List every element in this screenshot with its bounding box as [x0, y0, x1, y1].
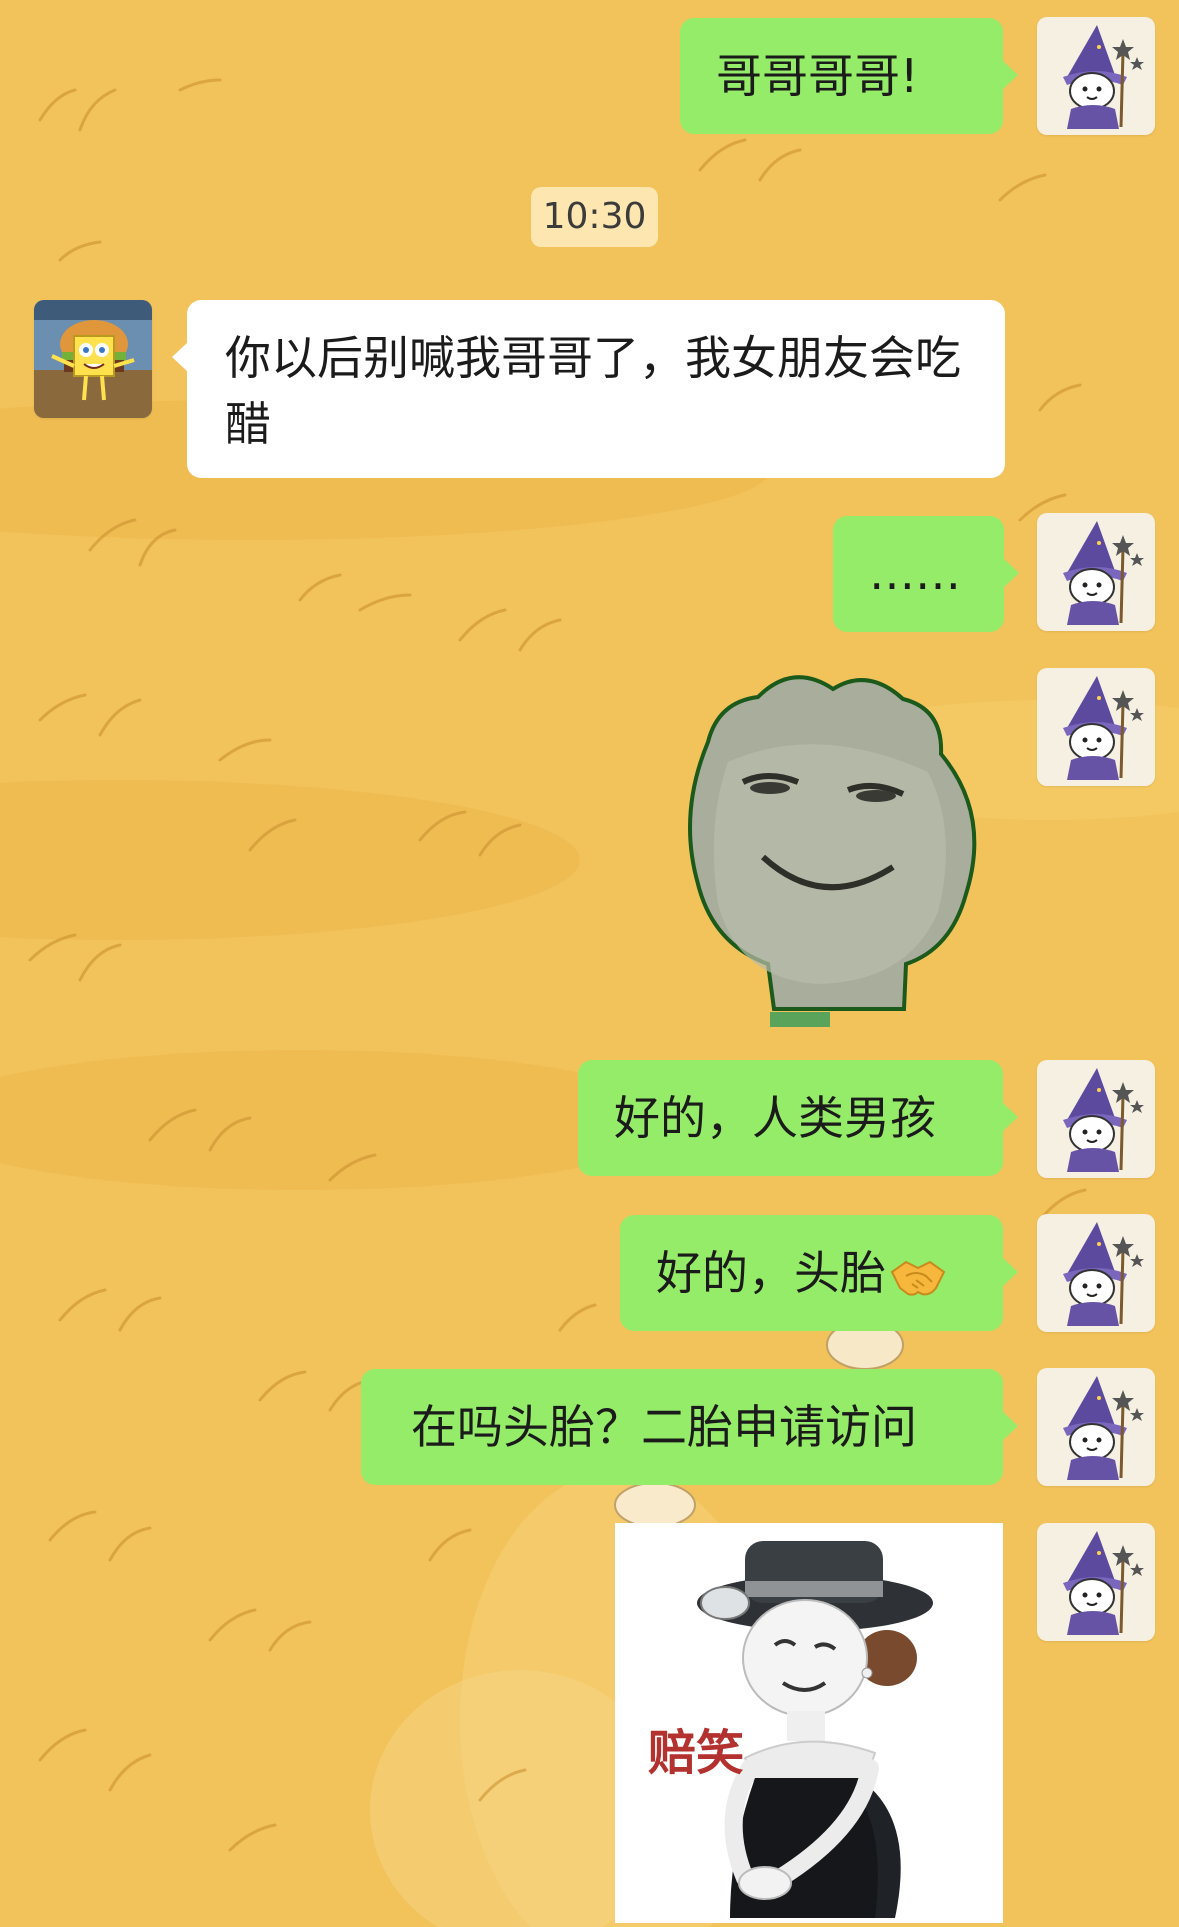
message-bubble-outgoing[interactable]: 好的，头胎: [620, 1215, 1018, 1331]
message-bubble-incoming[interactable]: 你以后别喊我哥哥了，我女朋友会吃醋: [172, 300, 1005, 478]
message-text: 你以后别喊我哥哥了，我女朋友会吃醋: [225, 331, 961, 451]
message-text: 好的，人类男孩: [614, 1091, 936, 1145]
contact-avatar[interactable]: [34, 300, 152, 418]
wizard-bunny-avatar-icon: [1037, 668, 1155, 786]
self-avatar[interactable]: [1037, 1368, 1155, 1486]
self-avatar[interactable]: [1037, 513, 1155, 631]
timestamp-label: 10:30: [531, 187, 658, 247]
message-text: 哥哥哥哥!: [716, 49, 919, 103]
handshake-emoji-icon: [888, 1254, 948, 1300]
message-bubble-outgoing[interactable]: ……: [833, 516, 1019, 632]
message-bubble-outgoing[interactable]: 好的，人类男孩: [578, 1060, 1018, 1176]
wizard-bunny-avatar-icon: [1037, 1368, 1155, 1486]
self-avatar[interactable]: [1037, 1060, 1155, 1178]
self-avatar[interactable]: [1037, 1523, 1155, 1641]
message-text: 好的，头胎: [656, 1246, 886, 1300]
message-text: 在吗头胎？二胎申请访问: [411, 1400, 917, 1454]
self-avatar[interactable]: [1037, 668, 1155, 786]
wizard-bunny-avatar-icon: [1037, 1523, 1155, 1641]
wizard-bunny-avatar-icon: [1037, 1060, 1155, 1178]
self-avatar[interactable]: [1037, 1214, 1155, 1332]
wizard-bunny-avatar-icon: [1037, 17, 1155, 135]
wizard-bunny-avatar-icon: [1037, 513, 1155, 631]
wizard-bunny-avatar-icon: [1037, 1214, 1155, 1332]
smirking-bun-sticker[interactable]: [648, 662, 1000, 1027]
sticker-caption: 赔笑: [648, 1725, 745, 1781]
bowing-lady-sticker[interactable]: 赔笑: [615, 1523, 1003, 1923]
message-bubble-outgoing[interactable]: 哥哥哥哥!: [680, 18, 1018, 134]
self-avatar[interactable]: [1037, 17, 1155, 135]
spongebob-burger-avatar-icon: [34, 300, 152, 418]
message-bubble-outgoing[interactable]: 在吗头胎？二胎申请访问: [361, 1369, 1018, 1485]
message-text: ……: [869, 546, 961, 600]
